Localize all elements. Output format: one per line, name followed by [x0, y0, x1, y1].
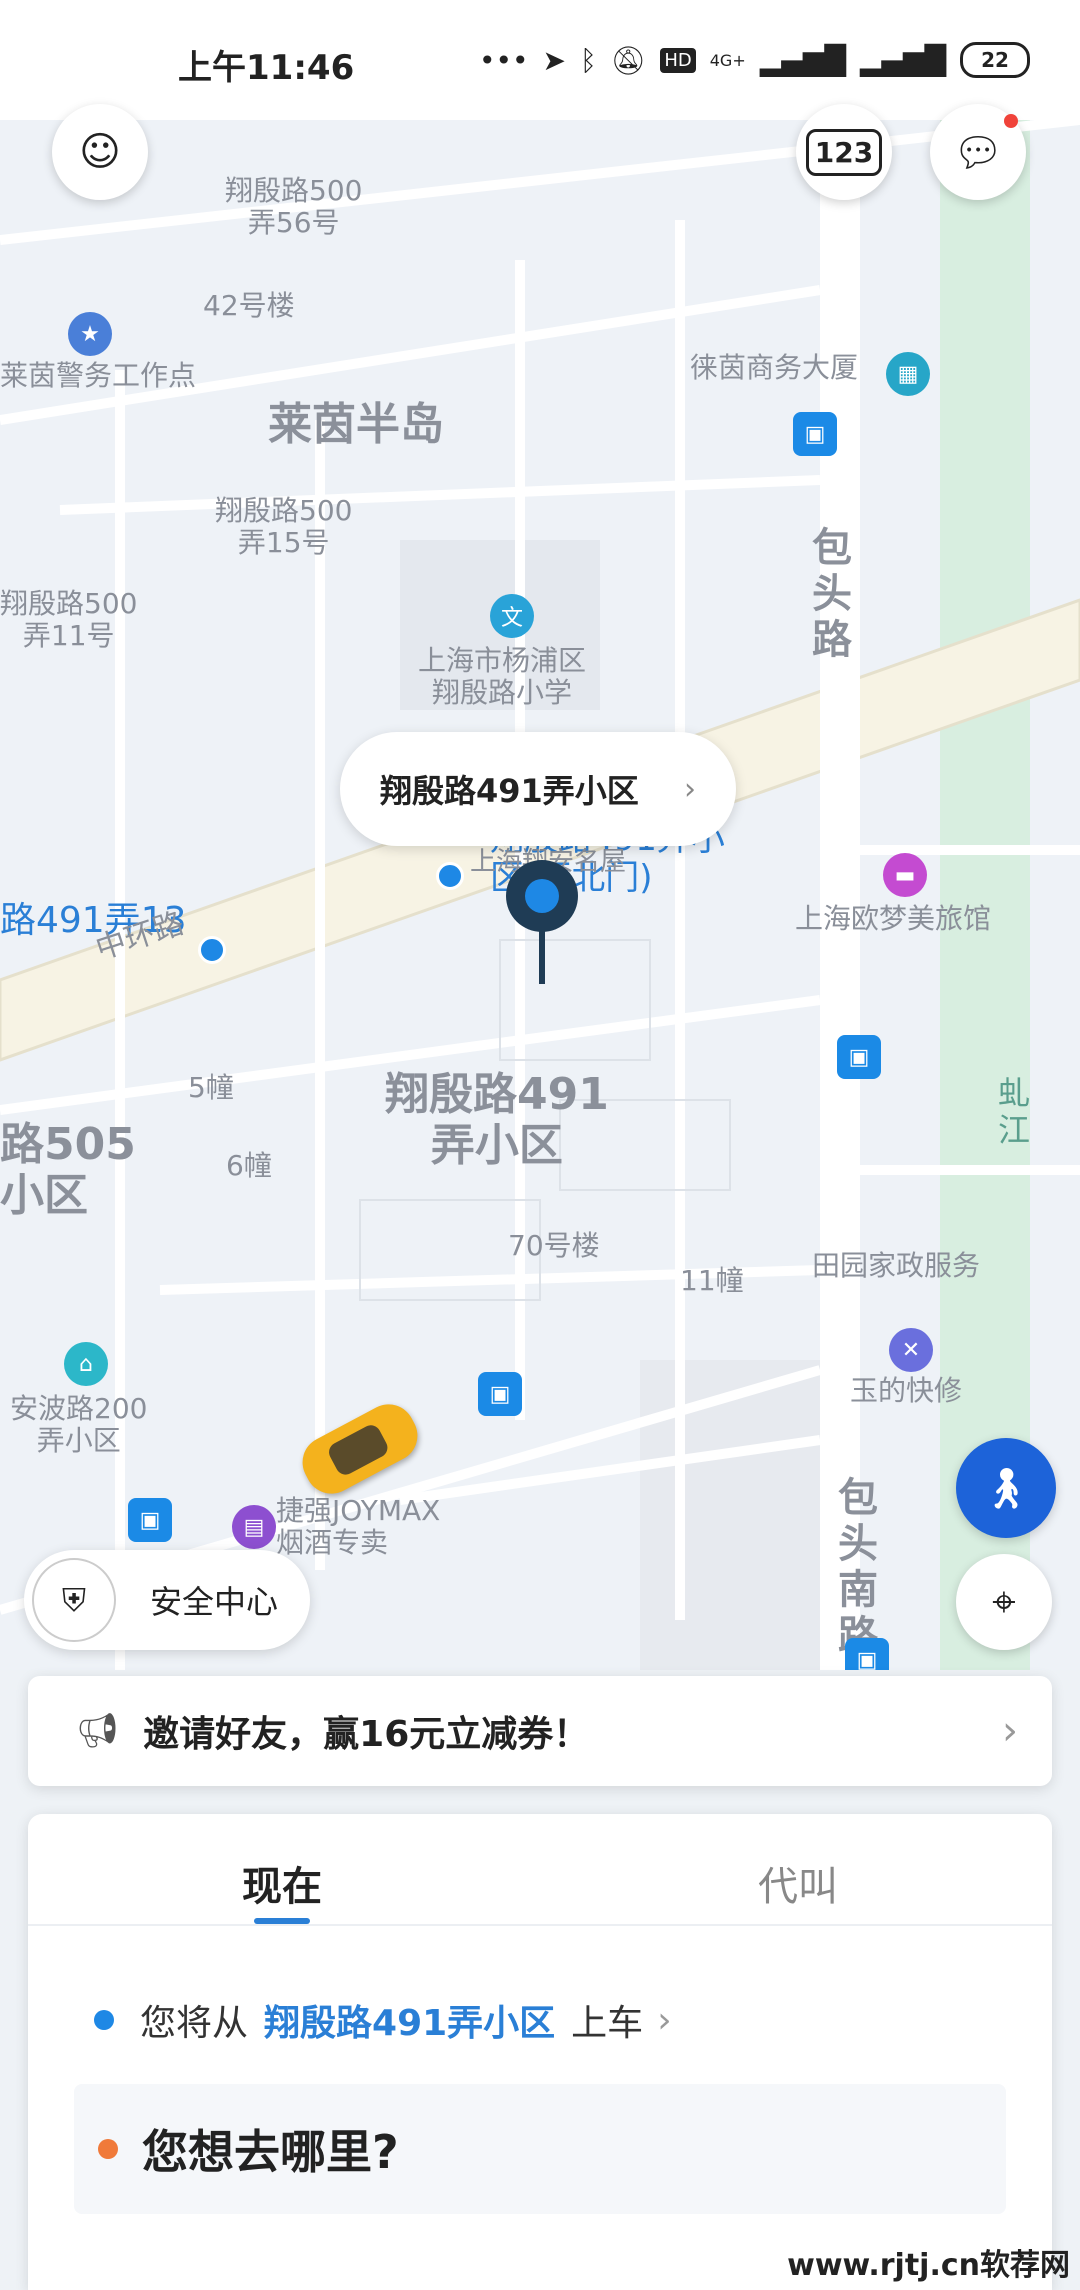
map-label: 6幢: [226, 1149, 272, 1182]
destination-prompt: 您想去哪里?: [142, 2125, 399, 2179]
signal-icon: ▂▄▆█: [759, 43, 846, 77]
status-time: 上午11:46: [178, 48, 355, 88]
mute-icon: 🔕︎: [610, 43, 647, 77]
map-label: 上海市杨浦区 翔殷路小学: [418, 644, 587, 710]
school-icon: 文: [490, 594, 534, 638]
pickup-bubble-label: 翔殷路491弄小区: [380, 772, 639, 810]
booking-panel: 现在 代叫 您将从 翔殷路491弄小区 上车 › 您想去哪里?: [28, 1814, 1052, 2290]
chevron-right-icon: ›: [1002, 1708, 1018, 1754]
avatar-icon: ☺: [79, 129, 121, 175]
hd-badge: HD: [660, 47, 696, 73]
battery-indicator: 22: [960, 42, 1030, 78]
map-label: 田园家政服务: [812, 1249, 981, 1282]
map-label: 翔殷路500 弄56号: [225, 174, 363, 240]
network-type: 4G+: [709, 50, 746, 70]
pickup-suffix: 上车: [571, 2003, 644, 2044]
map-label: 翔殷路500 弄11号: [0, 587, 138, 653]
hotel-icon: ▬: [883, 853, 927, 897]
pickup-pin-icon[interactable]: [506, 860, 578, 932]
map-label: 翔殷路500 弄15号: [215, 494, 353, 560]
map-label: 莱茵半岛: [268, 399, 444, 450]
profile-button[interactable]: ☺: [52, 104, 148, 200]
pickup-row[interactable]: 您将从 翔殷路491弄小区 上车 ›: [94, 1994, 672, 2046]
notification-dot: [1004, 114, 1018, 128]
map-label: 莱茵警务工作点: [0, 359, 197, 392]
building-icon: ▦: [886, 352, 930, 396]
poi-dot: [436, 862, 464, 890]
residence-icon: ⌂: [64, 1342, 108, 1386]
megaphone-icon: 📢︎: [76, 1711, 120, 1751]
map-label: 徕茵商务大厦: [690, 351, 859, 384]
locate-button[interactable]: ⌖: [956, 1554, 1052, 1650]
map-label: 路505 小区: [0, 1119, 136, 1221]
police-station-icon: ★: [68, 312, 112, 356]
poi-dot: [198, 936, 226, 964]
map-label: 上海欧梦美旅馆: [795, 902, 992, 935]
destination-dot-icon: [98, 2139, 118, 2159]
shield-icon: ⛨: [32, 1558, 116, 1642]
map-label: 包 头 路: [812, 525, 852, 663]
repair-icon: ✕: [889, 1328, 933, 1372]
bus-stop-icon: ▣: [837, 1035, 881, 1079]
bus-stop-icon: ▣: [793, 412, 837, 456]
chevron-right-icon: ›: [657, 1999, 672, 2041]
map-label: 安波路200 弄小区: [10, 1392, 148, 1458]
map-label: 11幢: [680, 1264, 744, 1297]
bus-stop-icon: ▣: [478, 1372, 522, 1416]
map-label: 虬 江: [998, 1074, 1031, 1149]
divider: [28, 1924, 1052, 1926]
destination-input[interactable]: 您想去哪里?: [74, 2084, 1006, 2214]
signal-icon-2: ▂▄▆█: [859, 43, 946, 77]
person-car-icon: 🚶︎: [980, 1465, 1032, 1512]
pickup-dot-icon: [94, 2010, 114, 2030]
tab-call-for-others[interactable]: 代叫: [758, 1854, 838, 1912]
safety-center-button[interactable]: ⛨ 安全中心: [24, 1550, 310, 1650]
service-person-button[interactable]: 🚶︎: [956, 1438, 1056, 1538]
chat-bubble-icon: 💬︎: [952, 129, 1004, 176]
map-label: 5幢: [188, 1071, 234, 1104]
location-arrow-icon: ➤: [542, 43, 566, 77]
pickup-location-bubble[interactable]: 翔殷路491弄小区 ›: [340, 732, 736, 846]
pickup-prefix: 您将从: [140, 2003, 249, 2044]
status-bar: 上午11:46 ••• ➤ ᛒ 🔕︎ HD 4G+ ▂▄▆█ ▂▄▆█ 22: [0, 0, 1080, 120]
map-label: 70号楼: [508, 1229, 600, 1262]
map-label: 翔殷路491 弄小区: [385, 1069, 609, 1171]
crosshair-icon: ⌖: [992, 1577, 1016, 1626]
plate-button[interactable]: 123: [796, 104, 892, 200]
watermark: www.rjtj.cn软荐网: [787, 2248, 1070, 2283]
messages-button[interactable]: 💬︎: [930, 104, 1026, 200]
status-icons: ••• ➤ ᛒ 🔕︎ HD 4G+ ▂▄▆█ ▂▄▆█ 22: [479, 42, 1030, 78]
map-label: 捷强JOYMAX 烟酒专卖: [276, 1494, 441, 1560]
bus-stop-icon: ▣: [128, 1498, 172, 1542]
safety-center-label: 安全中心: [150, 1583, 279, 1621]
chevron-right-icon: ›: [684, 771, 696, 807]
promo-banner[interactable]: 📢︎ 邀请好友，赢16元立减券！ ›: [28, 1676, 1052, 1786]
bus-stop-icon: ▣: [845, 1638, 889, 1670]
shop-icon: ▤: [232, 1505, 276, 1549]
pickup-pin-stem: [539, 928, 545, 984]
tab-now[interactable]: 现在: [242, 1854, 322, 1912]
map-label: 包 头 南 路: [838, 1475, 878, 1659]
bluetooth-icon: ᛒ: [579, 43, 597, 77]
map-label: 42号楼: [203, 289, 295, 322]
map-label: 玉的快修: [850, 1374, 963, 1407]
promo-text: 邀请好友，赢16元立减券！: [143, 1714, 590, 1755]
map-view[interactable]: 翔殷路500 弄56号 42号楼 ★ 莱茵警务工作点 莱茵半岛 翔殷路500 弄…: [0, 120, 1080, 1670]
pickup-place: 翔殷路491弄小区: [264, 2003, 556, 2044]
plate-label: 123: [805, 128, 883, 176]
more-icon: •••: [478, 43, 529, 77]
